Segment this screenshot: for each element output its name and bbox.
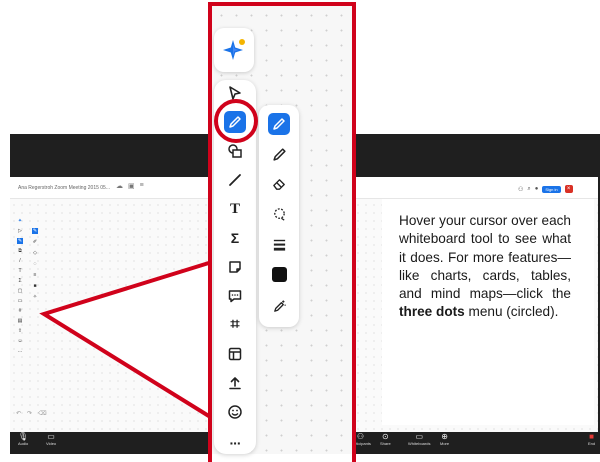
- callout-text: Hover your cursor over each whiteboard t…: [399, 212, 571, 322]
- zoom-highlight-frame: [208, 2, 356, 462]
- callout-text-before: Hover your cursor over each whiteboard t…: [399, 213, 571, 302]
- callout-text-bold: three dots: [399, 304, 465, 320]
- callout-text-after: menu (circled).: [464, 304, 559, 320]
